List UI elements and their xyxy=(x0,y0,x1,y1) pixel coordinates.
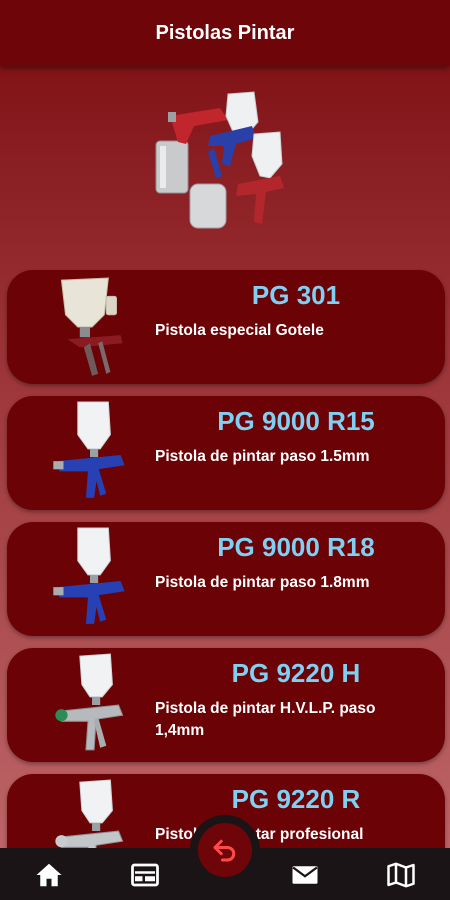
home-button[interactable] xyxy=(32,858,66,892)
home-icon xyxy=(36,863,62,887)
catalog-icon xyxy=(131,863,159,887)
map-icon xyxy=(387,862,415,888)
product-code: PG 301 xyxy=(251,280,341,310)
product-description: Pistola de pintar paso 1.5mm xyxy=(155,448,370,465)
product-image xyxy=(53,401,125,498)
back-fab-button[interactable] xyxy=(190,815,260,885)
product-code: PG 9220 H xyxy=(231,658,361,688)
back-arrow-icon xyxy=(213,839,236,862)
app-header: Pistolas Pintar xyxy=(0,0,450,66)
product-description: Pistola de pintar paso 1.8mm xyxy=(155,574,370,591)
product-description: Pistola de pintar H.V.L.P. paso 1,4mm xyxy=(155,700,376,739)
product-description: Pistola especial Gotele xyxy=(155,322,324,339)
catalog-button[interactable] xyxy=(128,858,162,892)
product-image xyxy=(53,527,125,624)
back-fab-inner xyxy=(198,823,252,877)
product-card[interactable]: PG 9220 H Pistola de pintar H.V.L.P. paso… xyxy=(7,648,445,762)
product-code: PG 9000 R15 xyxy=(217,406,375,436)
product-card[interactable]: PG 9000 R18 Pistola de pintar paso 1.8mm xyxy=(7,522,445,636)
product-card[interactable]: PG 9000 R15 Pistola de pintar paso 1.5mm xyxy=(7,396,445,510)
product-code: PG 9000 R18 xyxy=(217,532,375,562)
mail-button[interactable] xyxy=(288,858,322,892)
product-card[interactable]: PG 301 Pistola especial Gotele xyxy=(7,270,445,384)
hero-spray-guns-image xyxy=(155,91,284,229)
product-image xyxy=(60,277,123,376)
page-title: Pistolas Pintar xyxy=(155,21,295,44)
product-image xyxy=(55,653,124,751)
map-button[interactable] xyxy=(384,858,418,892)
product-code: PG 9220 R xyxy=(231,784,361,814)
mail-icon xyxy=(292,866,318,884)
